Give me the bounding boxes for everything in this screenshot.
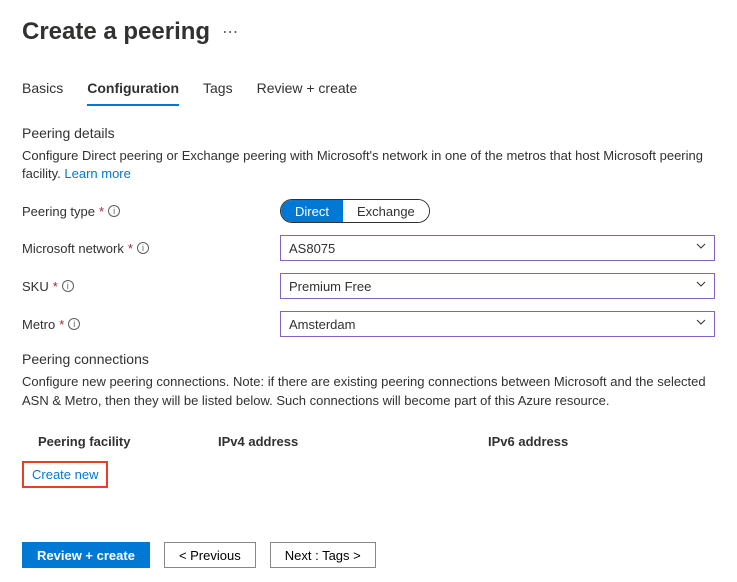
peering-details-title: Peering details xyxy=(22,125,715,141)
tab-bar: Basics Configuration Tags Review + creat… xyxy=(22,74,715,107)
next-button[interactable]: Next : Tags > xyxy=(270,542,376,568)
dropdown-sku[interactable]: Premium Free xyxy=(280,273,715,299)
connections-table-header: Peering facility IPv4 address IPv6 addre… xyxy=(22,426,715,457)
label-peering-type: Peering type * i xyxy=(22,204,280,219)
row-microsoft-network: Microsoft network * i AS8075 xyxy=(22,235,715,261)
dropdown-microsoft-network[interactable]: AS8075 xyxy=(280,235,715,261)
label-metro-text: Metro xyxy=(22,317,55,332)
tab-configuration[interactable]: Configuration xyxy=(87,74,179,106)
previous-button[interactable]: < Previous xyxy=(164,542,256,568)
col-ipv6-address: IPv6 address xyxy=(488,434,715,449)
peering-connections-title: Peering connections xyxy=(22,351,715,367)
required-asterisk: * xyxy=(99,204,104,219)
label-sku-text: SKU xyxy=(22,279,49,294)
info-icon[interactable]: i xyxy=(62,280,74,292)
tab-basics[interactable]: Basics xyxy=(22,74,63,106)
page-header: Create a peering ⋯ xyxy=(22,18,715,46)
col-peering-facility: Peering facility xyxy=(38,434,218,449)
label-microsoft-network: Microsoft network * i xyxy=(22,241,280,256)
dropdown-metro-value: Amsterdam xyxy=(289,317,355,332)
peering-connections-desc: Configure new peering connections. Note:… xyxy=(22,373,715,409)
toggle-option-direct[interactable]: Direct xyxy=(281,200,343,222)
row-metro: Metro * i Amsterdam xyxy=(22,311,715,337)
tab-review-create[interactable]: Review + create xyxy=(257,74,358,106)
review-create-button[interactable]: Review + create xyxy=(22,542,150,568)
required-asterisk: * xyxy=(53,279,58,294)
info-icon[interactable]: i xyxy=(108,205,120,217)
dropdown-metro[interactable]: Amsterdam xyxy=(280,311,715,337)
chevron-down-icon xyxy=(696,243,706,253)
chevron-down-icon xyxy=(696,281,706,291)
label-microsoft-network-text: Microsoft network xyxy=(22,241,124,256)
learn-more-link[interactable]: Learn more xyxy=(64,166,130,181)
create-new-highlight: Create new xyxy=(22,461,108,488)
row-sku: SKU * i Premium Free xyxy=(22,273,715,299)
toggle-option-exchange[interactable]: Exchange xyxy=(343,200,429,222)
more-actions-icon[interactable]: ⋯ xyxy=(222,22,238,42)
row-peering-type: Peering type * i Direct Exchange xyxy=(22,199,715,223)
label-sku: SKU * i xyxy=(22,279,280,294)
label-metro: Metro * i xyxy=(22,317,280,332)
create-new-link[interactable]: Create new xyxy=(32,467,98,482)
peering-connections-section: Peering connections Configure new peerin… xyxy=(22,351,715,487)
dropdown-sku-value: Premium Free xyxy=(289,279,371,294)
col-ipv4-address: IPv4 address xyxy=(218,434,488,449)
peering-type-toggle: Direct Exchange xyxy=(280,199,430,223)
label-peering-type-text: Peering type xyxy=(22,204,95,219)
info-icon[interactable]: i xyxy=(68,318,80,330)
tab-tags[interactable]: Tags xyxy=(203,74,233,106)
chevron-down-icon xyxy=(696,319,706,329)
info-icon[interactable]: i xyxy=(137,242,149,254)
page-title: Create a peering xyxy=(22,18,210,46)
footer-actions: Review + create < Previous Next : Tags > xyxy=(22,542,376,568)
required-asterisk: * xyxy=(59,317,64,332)
peering-details-desc: Configure Direct peering or Exchange pee… xyxy=(22,147,715,183)
dropdown-microsoft-network-value: AS8075 xyxy=(289,241,335,256)
required-asterisk: * xyxy=(128,241,133,256)
